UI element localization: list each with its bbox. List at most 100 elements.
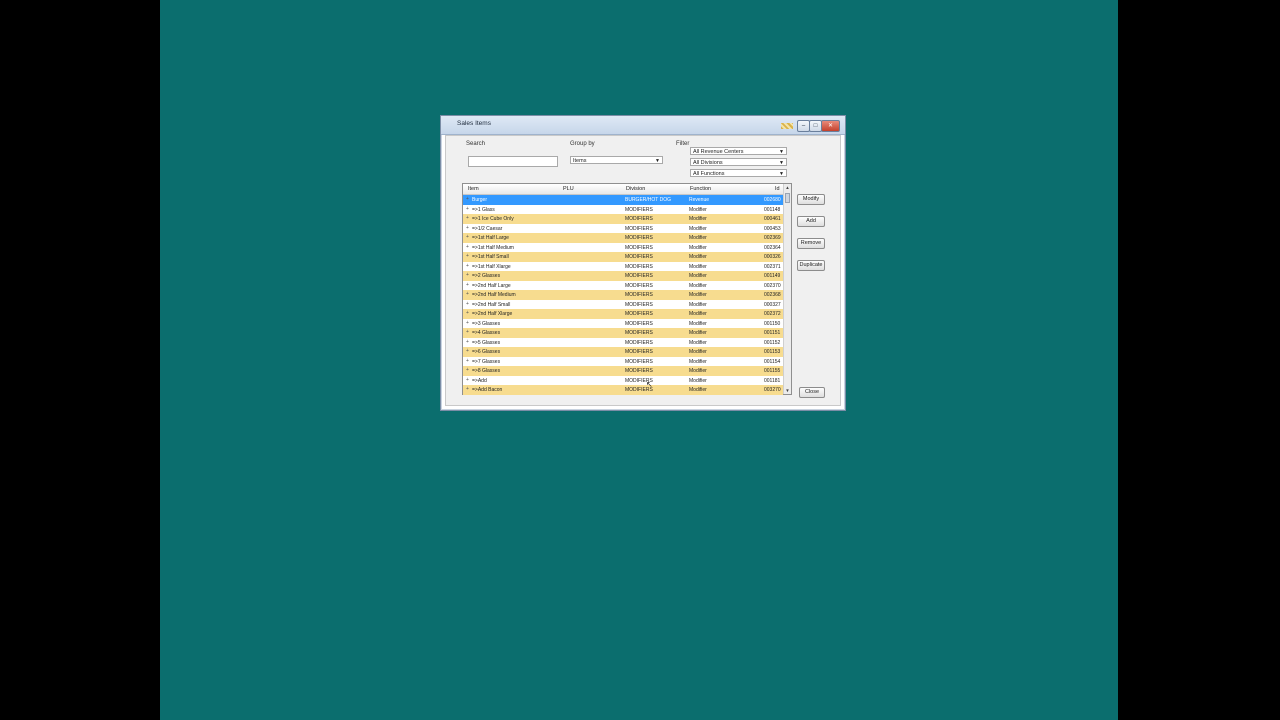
grid-rows: + Burger BURGER/HOT DOG Revenue 002680 + =>1 G… [463,195,783,395]
expand-icon[interactable]: + [465,263,470,269]
column-header-plu[interactable]: PLU [563,186,574,192]
cell-id: 001149 [764,273,781,279]
column-header-item[interactable]: Item [468,186,479,192]
cell-id: 002370 [764,282,781,289]
expand-icon[interactable]: + [465,368,470,373]
table-row[interactable]: + =>1 Ice Cube Only MODIFIERS Modifier 00046… [463,214,783,224]
expand-icon[interactable]: + [465,320,470,326]
expand-icon[interactable]: + [465,225,470,231]
scroll-down-icon[interactable]: ▼ [784,387,791,394]
table-row[interactable]: + =>1/2 Caesar MODIFIERS Modifier 000453 [463,224,783,234]
cell-id: 001155 [764,368,781,374]
table-row[interactable]: + =>7 Glasses MODIFIERS Modifier 001154 [463,357,783,367]
search-label: Search [466,141,486,147]
cell-division: MODIFIERS [625,349,653,355]
table-row[interactable]: + Burger BURGER/HOT DOG Revenue 002680 [463,195,783,205]
modify-button[interactable]: Modify [797,194,825,205]
cell-item: =>2 Glasses [472,273,501,279]
cell-item: =>8 Glasses [472,368,501,374]
revenue-center-filter[interactable]: All Revenue Centers ▼ [690,147,787,155]
scrollbar-thumb[interactable] [785,193,790,203]
cell-id: 002371 [764,263,781,270]
duplicate-button[interactable]: Duplicate [797,260,825,271]
group-by-select[interactable]: Items ▼ [570,156,663,164]
expand-icon[interactable]: + [465,216,470,221]
cell-id: 000453 [764,225,781,232]
cell-id: 003270 [764,387,781,393]
title-bar[interactable]: Sales Items – □ ✕ [441,116,845,135]
cell-function: Modifier [689,273,707,279]
cell-division: MODIFIERS [625,216,653,222]
table-row[interactable]: + =>4 Glasses MODIFIERS Modifier 001151 [463,328,783,338]
expand-icon[interactable]: + [465,330,470,335]
expand-icon[interactable]: + [465,273,470,278]
table-row[interactable]: + =>2nd Half Xlarge MODIFIERS Modifier 00237… [463,309,783,319]
expand-icon[interactable]: + [465,301,470,307]
close-window-button[interactable]: ✕ [821,120,840,132]
function-filter-value: All Functions [693,171,725,177]
expand-icon[interactable]: + [465,349,470,354]
vertical-scrollbar[interactable]: ▲ ▼ [783,184,791,394]
expand-icon[interactable]: + [465,358,470,364]
expand-icon[interactable]: + [465,282,470,288]
add-button[interactable]: Add [797,216,825,227]
chevron-down-icon: ▼ [779,160,784,166]
cell-item: =>3 Glasses [472,320,501,327]
table-row[interactable]: + =>2nd Half Medium MODIFIERS Modifier 00236… [463,290,783,300]
cell-id: 000326 [764,254,781,260]
table-row[interactable]: + =>2nd Half Large MODIFIERS Modifier 002370 [463,281,783,291]
cell-function: Modifier [689,206,707,213]
cell-item: =>2nd Half Medium [472,292,516,298]
table-row[interactable]: + =>2nd Half Small MODIFIERS Modifier 000327 [463,300,783,310]
cell-item: =>1st Half Xlarge [472,263,511,270]
table-row[interactable]: + =>Add Bacon MODIFIERS Modifier 003270 [463,385,783,395]
table-row[interactable]: + =>1st Half Xlarge MODIFIERS Modifier 00237… [463,262,783,272]
cell-function: Modifier [689,244,707,251]
table-row[interactable]: + =>5 Glasses MODIFIERS Modifier 001152 [463,338,783,348]
table-row[interactable]: + =>1st Half Medium MODIFIERS Modifier 00236… [463,243,783,253]
cell-function: Modifier [689,225,707,232]
cell-division: MODIFIERS [625,358,653,365]
table-row[interactable]: + =>6 Glasses MODIFIERS Modifier 001153 [463,347,783,357]
cell-id: 001153 [764,349,781,355]
column-header-division[interactable]: Division [626,186,645,192]
cell-item: =>5 Glasses [472,339,501,346]
cell-item: =>1/2 Caesar [472,225,503,232]
column-header-id[interactable]: Id [775,186,780,192]
chevron-down-icon: ▼ [779,171,784,177]
expand-icon[interactable]: + [465,197,470,202]
table-row[interactable]: + =>8 Glasses MODIFIERS Modifier 001155 [463,366,783,376]
expand-icon[interactable]: + [465,292,470,297]
expand-icon[interactable]: + [465,387,470,392]
division-filter[interactable]: All Divisions ▼ [690,158,787,166]
cell-id: 002369 [764,235,781,241]
scroll-up-icon[interactable]: ▲ [784,184,791,191]
title-decoration [781,123,793,129]
expand-icon[interactable]: + [465,377,470,383]
expand-icon[interactable]: + [465,254,470,259]
table-row[interactable]: + =>1st Half Small MODIFIERS Modifier 000326 [463,252,783,262]
cell-division: MODIFIERS [625,368,653,374]
close-button[interactable]: Close [799,387,825,398]
cell-item: =>1st Half Medium [472,244,514,251]
expand-icon[interactable]: + [465,244,470,250]
cell-division: MODIFIERS [625,235,653,241]
table-row[interactable]: + =>1 Glass MODIFIERS Modifier 001148 [463,205,783,215]
cell-id: 002364 [764,244,781,251]
cell-item: =>2nd Half Large [472,282,511,289]
cell-function: Modifier [689,254,707,260]
expand-icon[interactable]: + [465,311,470,316]
table-row[interactable]: + =>Add MODIFIERS Modifier 001181 [463,376,783,386]
expand-icon[interactable]: + [465,206,470,212]
expand-icon[interactable]: + [465,339,470,345]
column-header-function[interactable]: Function [690,186,711,192]
function-filter[interactable]: All Functions ▼ [690,169,787,177]
remove-button[interactable]: Remove [797,238,825,249]
table-row[interactable]: + =>2 Glasses MODIFIERS Modifier 001149 [463,271,783,281]
table-row[interactable]: + =>3 Glasses MODIFIERS Modifier 001150 [463,319,783,329]
table-row[interactable]: + =>1st Half Large MODIFIERS Modifier 002369 [463,233,783,243]
expand-icon[interactable]: + [465,235,470,240]
cell-item: =>1st Half Large [472,235,509,241]
cell-function: Modifier [689,339,707,346]
search-input[interactable] [468,156,558,167]
